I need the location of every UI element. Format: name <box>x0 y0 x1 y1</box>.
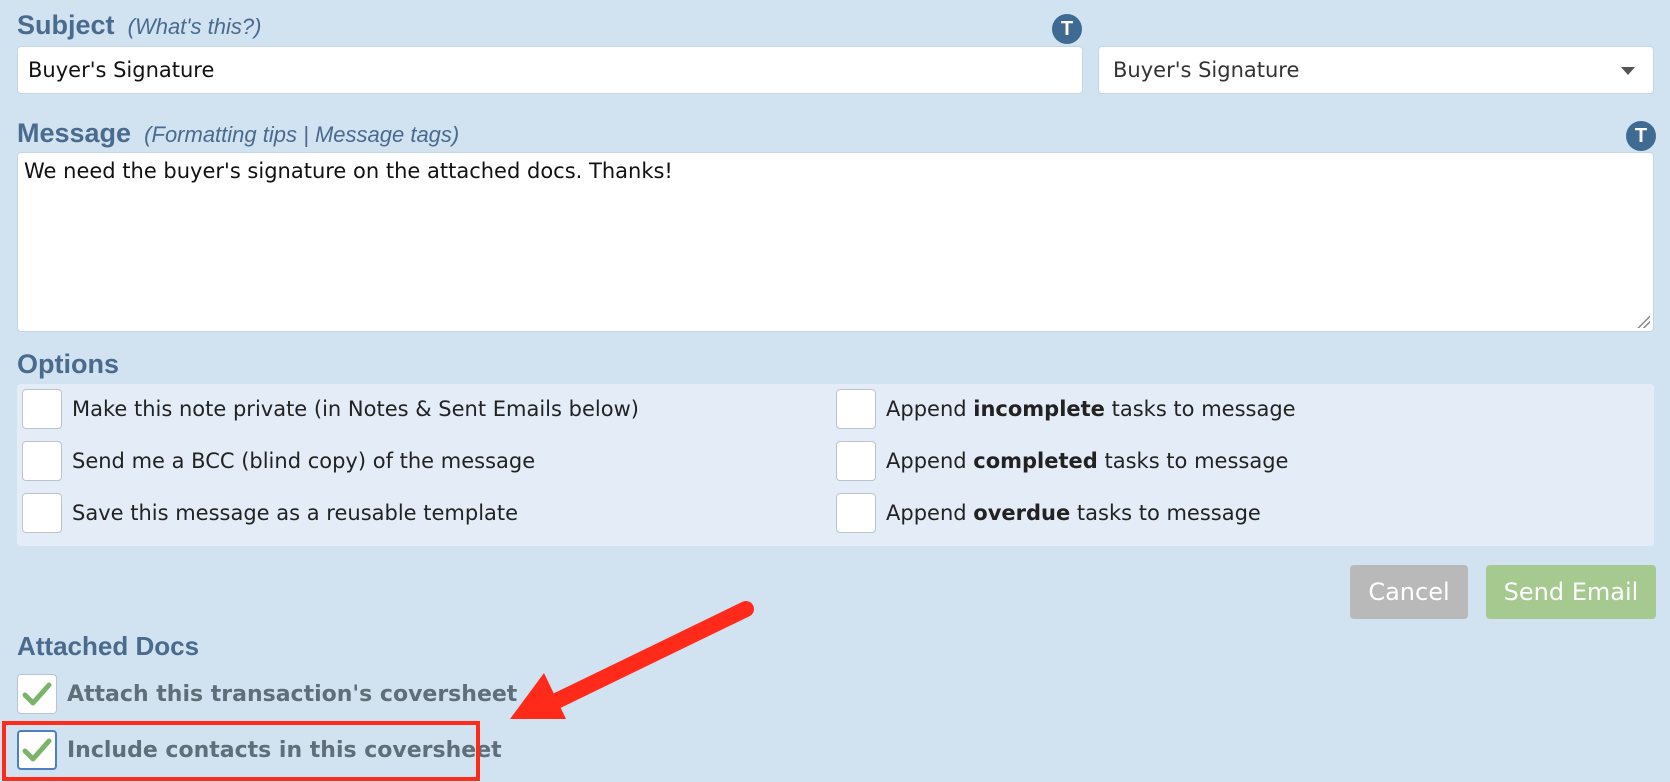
attach-coversheet-row[interactable]: Attach this transaction's coversheet <box>17 674 517 714</box>
subject-input[interactable]: Buyer's Signature <box>17 46 1083 94</box>
message-tags-link[interactable]: Message tags <box>315 122 452 147</box>
message-template-icon[interactable]: T <box>1626 121 1656 151</box>
message-textarea[interactable]: We need the buyer's signature on the att… <box>17 152 1654 332</box>
subject-label: Subject <box>17 10 115 40</box>
option-label: Append overdue tasks to message <box>886 501 1261 525</box>
label-suffix: tasks to message <box>1104 397 1296 421</box>
resize-grip-icon[interactable] <box>1636 314 1650 328</box>
label-bold: overdue <box>973 501 1071 525</box>
option-append-completed[interactable]: Append completed tasks to message <box>836 439 1296 483</box>
options-right-column: Append incomplete tasks to message Appen… <box>836 387 1296 535</box>
option-private-note[interactable]: Make this note private (in Notes & Sent … <box>22 387 639 431</box>
template-select-value: Buyer's Signature <box>1113 58 1300 82</box>
option-label: Append completed tasks to message <box>886 449 1288 473</box>
option-append-incomplete[interactable]: Append incomplete tasks to message <box>836 387 1296 431</box>
message-label-row: Message (Formatting tips | Message tags) <box>17 118 459 149</box>
option-append-overdue[interactable]: Append overdue tasks to message <box>836 491 1296 535</box>
label-bold: incomplete <box>973 397 1105 421</box>
hint-paren-open: ( <box>144 122 152 147</box>
chevron-down-icon <box>1621 67 1635 75</box>
checkmark-icon <box>22 682 52 706</box>
hint-separator: | <box>297 122 315 147</box>
options-panel: Make this note private (in Notes & Sent … <box>17 384 1654 546</box>
option-label: Save this message as a reusable template <box>72 501 519 525</box>
option-label: Append incomplete tasks to message <box>886 397 1296 421</box>
hint-paren-close: ) <box>451 122 460 147</box>
message-hint: (Formatting tips | Message tags) <box>144 122 459 147</box>
include-contacts-row[interactable]: Include contacts in this coversheet <box>17 730 502 770</box>
include-contacts-label: Include contacts in this coversheet <box>67 737 502 763</box>
template-select[interactable]: Buyer's Signature <box>1098 46 1654 94</box>
whats-this-link[interactable]: (What's this?) <box>128 14 262 39</box>
append-overdue-checkbox[interactable] <box>836 493 876 533</box>
subject-label-row: Subject (What's this?) <box>17 10 261 41</box>
attach-coversheet-checkbox[interactable] <box>17 674 57 714</box>
formatting-tips-link[interactable]: Formatting tips <box>152 122 298 147</box>
label-bold: completed <box>973 449 1098 473</box>
attach-coversheet-label: Attach this transaction's coversheet <box>67 681 518 707</box>
template-icon-glyph: T <box>1060 17 1074 40</box>
template-icon[interactable]: T <box>1052 14 1082 44</box>
cancel-button[interactable]: Cancel <box>1350 565 1468 619</box>
append-incomplete-checkbox[interactable] <box>836 389 876 429</box>
private-note-checkbox[interactable] <box>22 389 62 429</box>
options-label: Options <box>17 349 119 379</box>
include-contacts-checkbox[interactable] <box>17 730 57 770</box>
message-template-icon-glyph: T <box>1634 124 1648 147</box>
append-completed-checkbox[interactable] <box>836 441 876 481</box>
annotation-arrow-icon <box>510 601 754 719</box>
send-email-button[interactable]: Send Email <box>1486 565 1656 619</box>
label-prefix: Append <box>886 397 974 421</box>
label-suffix: tasks to message <box>1097 449 1289 473</box>
label-prefix: Append <box>886 449 974 473</box>
checkmark-icon <box>22 738 52 762</box>
save-template-checkbox[interactable] <box>22 493 62 533</box>
option-bcc[interactable]: Send me a BCC (blind copy) of the messag… <box>22 439 639 483</box>
bcc-checkbox[interactable] <box>22 441 62 481</box>
message-label: Message <box>17 118 132 148</box>
option-label: Make this note private (in Notes & Sent … <box>72 397 639 421</box>
attached-docs-label: Attached Docs <box>17 631 200 661</box>
option-save-template[interactable]: Save this message as a reusable template <box>22 491 639 535</box>
options-left-column: Make this note private (in Notes & Sent … <box>22 387 639 535</box>
label-suffix: tasks to message <box>1070 501 1261 525</box>
option-label: Send me a BCC (blind copy) of the messag… <box>72 449 536 473</box>
message-text: We need the buyer's signature on the att… <box>24 159 673 183</box>
label-prefix: Append <box>886 501 974 525</box>
